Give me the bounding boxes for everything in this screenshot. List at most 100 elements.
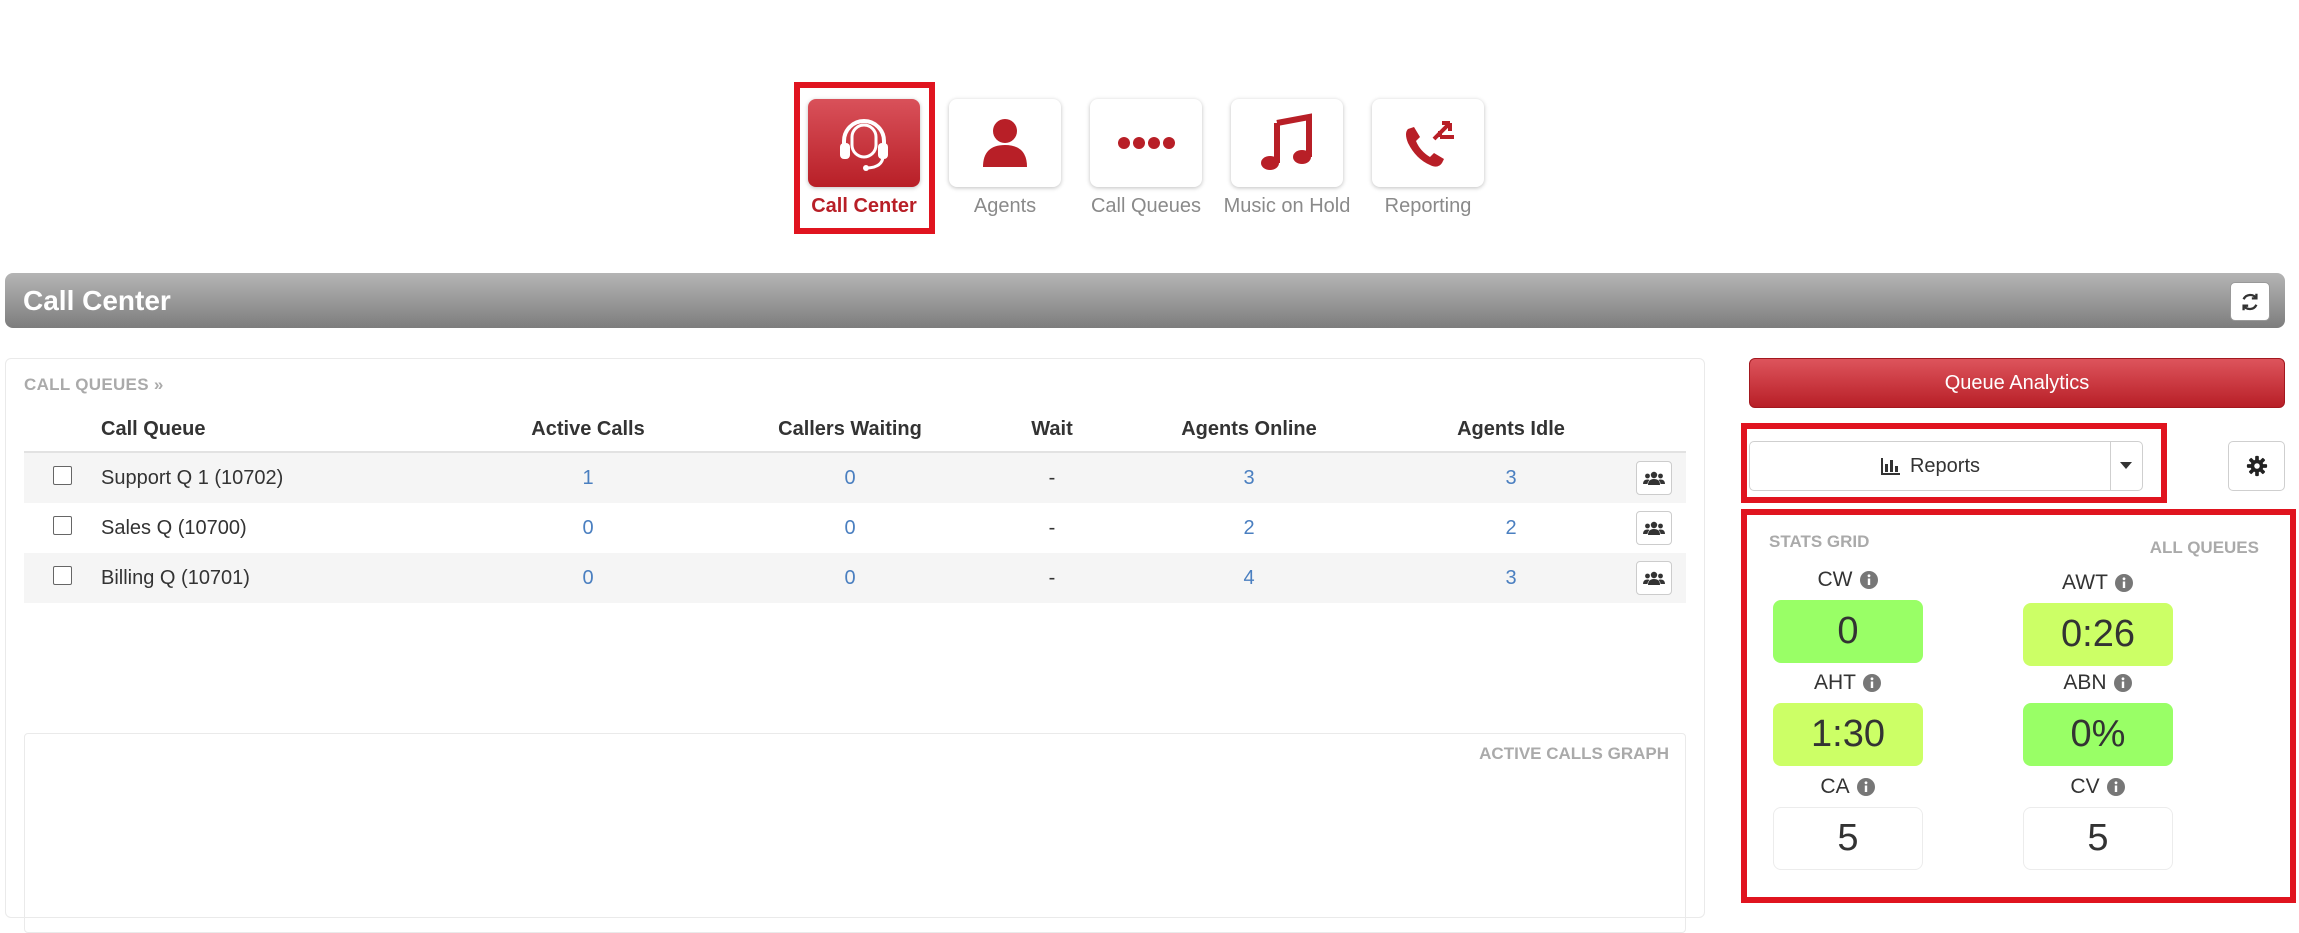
call-queues-panel: CALL QUEUES » Call Queue Active Calls Ca…: [5, 358, 1705, 933]
nav-tile-agents[interactable]: [949, 99, 1061, 187]
nav-tile-call-queues[interactable]: [1090, 99, 1202, 187]
select-column-header: [24, 407, 100, 453]
queue-name: Support Q 1 (10702): [100, 452, 482, 503]
dots-icon: [1118, 137, 1175, 149]
app-nav: Call Center Agents Call Queues Music on …: [0, 82, 2299, 252]
stat-cv: CV 5: [2023, 773, 2173, 870]
column-header-call-queue[interactable]: Call Queue: [100, 407, 482, 453]
row-actions: [1622, 452, 1686, 503]
nav-reporting[interactable]: Reporting: [1358, 82, 1498, 218]
table-row: Sales Q (10700) 0 0 - 2 2: [24, 503, 1686, 553]
stat-abn: ABN 0%: [2023, 669, 2173, 766]
stat-aht-label: AHT: [1773, 669, 1923, 697]
users-icon: [1643, 521, 1665, 535]
stat-awt: AWT 0:26: [2023, 569, 2173, 666]
table-row: Billing Q (10701) 0 0 - 4 3: [24, 553, 1686, 603]
music-note-icon: [1261, 113, 1312, 170]
queue-name: Billing Q (10701): [100, 553, 482, 603]
stat-ca-value: 5: [1773, 807, 1923, 870]
info-icon[interactable]: [1859, 570, 1879, 590]
column-header-agents-idle[interactable]: Agents Idle: [1400, 407, 1622, 453]
queue-name: Sales Q (10700): [101, 516, 247, 539]
settings-button[interactable]: [2228, 441, 2285, 491]
active-calls-link[interactable]: 0: [482, 503, 694, 553]
stats-grid-title: STATS GRID: [1769, 532, 1870, 551]
nav-label-reporting: Reporting: [1384, 195, 1472, 217]
stat-abn-value: 0%: [2023, 703, 2173, 766]
active-calls-link[interactable]: 1: [482, 452, 694, 503]
callers-waiting-link[interactable]: 0: [694, 553, 1006, 603]
nav-tile-reporting[interactable]: [1372, 99, 1484, 187]
stat-cv-value: 5: [2023, 807, 2173, 870]
active-calls-link[interactable]: 0: [482, 553, 694, 603]
column-header-agents-online[interactable]: Agents Online: [1098, 407, 1400, 453]
users-icon: [1643, 471, 1665, 485]
queue-agents-button[interactable]: [1636, 511, 1672, 545]
column-header-callers-waiting[interactable]: Callers Waiting: [694, 407, 1006, 453]
active-calls-graph: ACTIVE CALLS GRAPH: [24, 733, 1686, 933]
stat-ca: CA 5: [1773, 773, 1923, 870]
nav-tile-music-on-hold[interactable]: [1231, 99, 1343, 187]
stat-abn-label: ABN: [2023, 669, 2173, 697]
row-checkbox[interactable]: [52, 565, 72, 585]
callers-waiting-link[interactable]: 0: [694, 503, 1006, 553]
nav-call-queues[interactable]: Call Queues: [1076, 82, 1216, 218]
column-header-active-calls[interactable]: Active Calls: [482, 407, 694, 453]
row-checkbox[interactable]: [52, 465, 72, 485]
row-actions: [1622, 553, 1686, 603]
info-icon[interactable]: [1862, 673, 1882, 693]
stat-aht-value: 1:30: [1773, 703, 1923, 766]
gear-icon: [2246, 455, 2267, 477]
agents-online-link[interactable]: 2: [1098, 503, 1400, 553]
stat-ca-label: CA: [1773, 773, 1923, 801]
nav-call-center[interactable]: Call Center: [794, 82, 934, 218]
call-queues-table: Call Queue Active Calls Callers Waiting …: [24, 407, 1686, 603]
agents-online-link[interactable]: 3: [1098, 452, 1400, 503]
user-icon: [983, 119, 1027, 167]
wait-value: -: [1006, 452, 1098, 503]
reports-button[interactable]: Reports: [1750, 442, 2111, 490]
info-icon[interactable]: [2114, 573, 2134, 593]
callers-waiting-link[interactable]: 0: [694, 452, 1006, 503]
info-icon[interactable]: [2106, 777, 2126, 797]
active-calls-graph-title: ACTIVE CALLS GRAPH: [1479, 744, 1669, 763]
reports-label: Reports: [1909, 454, 1981, 477]
call-queues-title[interactable]: CALL QUEUES »: [24, 375, 164, 395]
agents-online-link[interactable]: 4: [1098, 553, 1400, 603]
stat-cv-label: CV: [2023, 773, 2173, 801]
refresh-icon: [2242, 293, 2258, 310]
headset-icon: [840, 119, 888, 171]
stat-awt-label: AWT: [2023, 569, 2173, 597]
row-select: [24, 503, 100, 553]
info-icon[interactable]: [1856, 777, 1876, 797]
nav-agents[interactable]: Agents: [935, 82, 1075, 218]
reports-caret-button[interactable]: [2109, 442, 2142, 490]
phone-transfer-icon: [1406, 121, 1454, 167]
refresh-button[interactable]: [2230, 282, 2270, 321]
wait-value: -: [1048, 516, 1056, 539]
queue-agents-button[interactable]: [1636, 561, 1672, 595]
stats-grid: STATS GRID ALL QUEUES CW 0 AWT 0:26 AHT …: [1749, 516, 2279, 906]
queue-agents-button[interactable]: [1636, 461, 1672, 495]
wait-value: -: [1006, 553, 1098, 603]
stat-awt-value: 0:26: [2023, 603, 2173, 666]
column-header-wait[interactable]: Wait: [1006, 407, 1098, 453]
info-icon[interactable]: [2113, 673, 2133, 693]
agents-idle-link[interactable]: 2: [1400, 503, 1622, 553]
actions-column-header: [1622, 407, 1686, 453]
agents-idle-link[interactable]: 3: [1400, 452, 1622, 503]
nav-tile-call-center[interactable]: [808, 99, 920, 187]
stat-cw-label: CW: [1773, 566, 1923, 594]
queue-analytics-button[interactable]: Queue Analytics: [1749, 358, 2285, 408]
agents-idle-link[interactable]: 3: [1400, 553, 1622, 603]
stats-scope-label: ALL QUEUES: [2149, 538, 2259, 557]
nav-label-call-queues: Call Queues: [1090, 195, 1202, 217]
row-checkbox[interactable]: [52, 515, 72, 535]
stat-cw-value: 0: [1773, 600, 1923, 663]
row-select: [24, 553, 100, 603]
nav-label-call-center: Call Center: [811, 195, 917, 217]
table-header-row: Call Queue Active Calls Callers Waiting …: [24, 407, 1686, 453]
nav-music-on-hold[interactable]: Music on Hold: [1217, 82, 1357, 218]
page-header: Call Center: [5, 273, 2285, 328]
stat-aht: AHT 1:30: [1773, 669, 1923, 766]
